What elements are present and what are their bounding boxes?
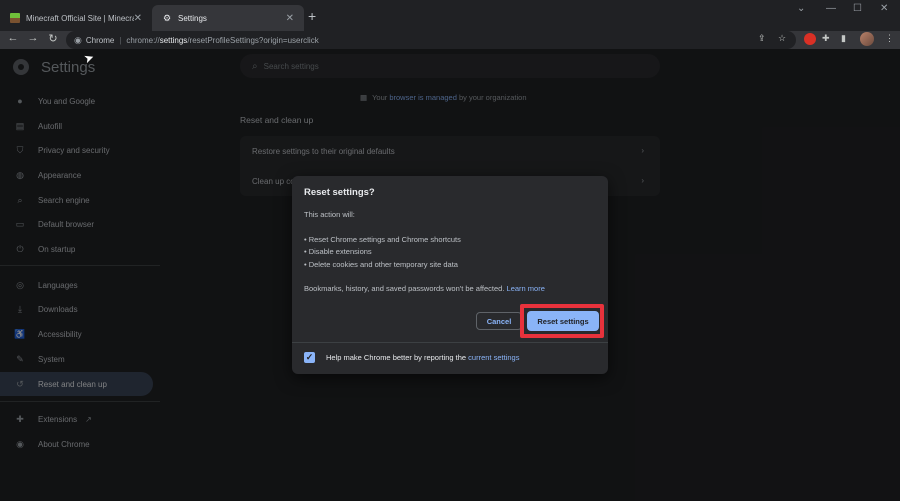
cancel-button[interactable]: Cancel bbox=[476, 312, 522, 330]
minecraft-favicon-icon bbox=[10, 13, 20, 23]
close-icon[interactable]: ✕ bbox=[134, 13, 142, 24]
chevron-down-icon[interactable]: ⌄ bbox=[797, 3, 805, 14]
tab-title: Settings bbox=[178, 13, 207, 23]
site-chip: Chrome bbox=[85, 35, 115, 45]
url-path: /resetProfileSettings?origin=userclick bbox=[187, 35, 319, 45]
menu-dots-icon[interactable]: ⋮ bbox=[885, 33, 894, 44]
dialog-note-text: Bookmarks, history, and saved passwords … bbox=[304, 284, 505, 293]
new-tab-button[interactable]: + bbox=[308, 8, 316, 24]
tab-title: Minecraft Official Site | Minecraft bbox=[26, 13, 134, 23]
learn-more-link[interactable]: Learn more bbox=[507, 284, 545, 293]
dialog-title: Reset settings? bbox=[304, 187, 375, 198]
reload-button[interactable]: ↻ bbox=[45, 32, 61, 45]
tab-strip: Minecraft Official Site | Minecraft ✕ ⚙ … bbox=[0, 0, 900, 31]
url-separator: | bbox=[119, 35, 122, 45]
window-close-button[interactable]: ✕ bbox=[880, 3, 888, 14]
checkbox-label-text: Help make Chrome better by reporting the bbox=[326, 353, 467, 362]
chrome-icon: ◉ bbox=[74, 34, 82, 45]
dialog-intro: This action will: bbox=[304, 210, 355, 219]
toolbar: ← → ↻ ◉ Chrome | chrome://settings/reset… bbox=[0, 31, 900, 49]
current-settings-link[interactable]: current settings bbox=[468, 353, 519, 362]
back-button[interactable]: ← bbox=[5, 32, 21, 44]
extension-icon[interactable] bbox=[804, 33, 816, 45]
reset-settings-dialog: Reset settings? This action will: • Rese… bbox=[292, 176, 608, 374]
checkbox-label: Help make Chrome better by reporting the… bbox=[326, 353, 519, 362]
forward-button[interactable]: → bbox=[25, 32, 41, 44]
minimize-button[interactable]: — bbox=[826, 3, 836, 14]
maximize-button[interactable]: ☐ bbox=[853, 3, 862, 14]
puzzle-icon[interactable]: ✚ bbox=[822, 33, 830, 44]
avatar[interactable] bbox=[860, 32, 874, 46]
dialog-bullet: • Disable extensions bbox=[304, 247, 372, 256]
share-icon[interactable]: ⇪ bbox=[758, 33, 766, 44]
tab-settings[interactable]: ⚙ Settings ✕ bbox=[152, 5, 304, 31]
report-settings-checkbox[interactable]: ✓ bbox=[304, 352, 315, 363]
close-icon[interactable]: ✕ bbox=[286, 13, 294, 24]
dialog-bullet: • Delete cookies and other temporary sit… bbox=[304, 260, 458, 269]
address-bar[interactable]: ◉ Chrome | chrome://settings/resetProfil… bbox=[66, 31, 796, 49]
dialog-bullet: • Reset Chrome settings and Chrome short… bbox=[304, 235, 461, 244]
side-panel-icon[interactable]: ▮ bbox=[841, 33, 846, 44]
bookmark-star-icon[interactable]: ☆ bbox=[778, 33, 786, 44]
url-host: settings bbox=[159, 35, 188, 45]
gear-icon: ⚙ bbox=[162, 12, 172, 23]
dialog-note: Bookmarks, history, and saved passwords … bbox=[304, 284, 545, 293]
tab-minecraft[interactable]: Minecraft Official Site | Minecraft ✕ bbox=[0, 5, 152, 31]
reset-settings-button[interactable]: Reset settings bbox=[527, 311, 599, 331]
dialog-divider bbox=[292, 342, 608, 343]
url-scheme: chrome:// bbox=[126, 35, 160, 45]
